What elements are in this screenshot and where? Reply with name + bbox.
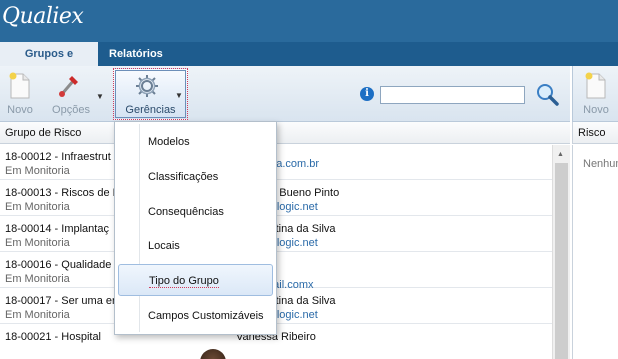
row-status: Em Monitoria xyxy=(5,237,70,249)
gerencias-label: Gerências xyxy=(125,104,176,116)
row-status: Em Monitoria xyxy=(5,273,70,285)
menu-item-label: Modelos xyxy=(148,136,190,148)
gerencias-button[interactable]: Gerências ▼ xyxy=(113,68,188,120)
app-logo[interactable]: Qualiex xyxy=(2,4,84,29)
scrollbar-thumb[interactable] xyxy=(555,163,568,359)
menu-item-label: Campos Customizáveis xyxy=(148,310,264,322)
menu-item-label: Tipo do Grupo xyxy=(149,275,219,288)
risco-novo-label: Novo xyxy=(583,104,609,116)
opcoes-label: Opções xyxy=(52,104,90,116)
row-title: 18-00013 - Riscos de N xyxy=(5,187,121,199)
scroll-up-icon[interactable]: ▲ xyxy=(557,151,564,158)
right-panel-body: Nenhum xyxy=(572,145,618,359)
new-document-icon xyxy=(585,72,606,99)
tab-bar: Grupos e Riscos Relatórios xyxy=(0,42,618,84)
tab-grupos-e-riscos[interactable]: Grupos e Riscos xyxy=(0,42,98,84)
gerencias-dropdown-menu: Modelos Classificações Consequências Loc… xyxy=(114,121,277,335)
menu-item-label: Classificações xyxy=(148,171,219,183)
row-title: 18-00016 - Qualidade xyxy=(5,259,112,271)
row-title: 18-00014 - Implantaç xyxy=(5,223,109,235)
row-title: 18-00017 - Ser uma er xyxy=(5,295,116,307)
opcoes-button[interactable]: Opções ▼ xyxy=(50,70,104,118)
empty-message: Nenhum xyxy=(583,158,618,170)
info-icon[interactable]: i xyxy=(360,87,374,101)
menu-item-tipo-do-grupo[interactable]: Tipo do Grupo xyxy=(118,264,273,296)
row-status: Em Monitoria xyxy=(5,201,70,213)
tab-relatorios[interactable]: Relatórios xyxy=(101,42,171,66)
menu-item-locais[interactable]: Locais xyxy=(118,230,273,262)
search-input[interactable] xyxy=(380,86,525,104)
row-status: Em Monitoria xyxy=(5,165,70,177)
list-scrollbar[interactable]: ▲ xyxy=(552,145,570,359)
right-panel-toolbar: Novo xyxy=(572,66,618,122)
menu-item-label: Locais xyxy=(148,240,180,252)
menu-item-consequencias[interactable]: Consequências xyxy=(118,196,273,228)
row-title: 18-00021 - Hospital xyxy=(5,331,102,343)
gear-icon xyxy=(136,75,158,97)
menu-item-label: Consequências xyxy=(148,206,224,218)
novo-button[interactable]: Novo xyxy=(4,70,36,118)
column-header-risco[interactable]: Risco xyxy=(572,122,618,144)
search-icon[interactable] xyxy=(535,82,559,106)
chevron-down-icon: ▼ xyxy=(175,91,183,100)
tools-icon xyxy=(59,76,78,97)
new-document-icon xyxy=(9,72,30,99)
menu-item-campos-customizaveis[interactable]: Campos Customizáveis xyxy=(118,300,273,332)
row-title: 18-00012 - Infraestrut xyxy=(5,151,111,163)
row-status: Em Monitoria xyxy=(5,309,70,321)
menu-item-modelos[interactable]: Modelos xyxy=(118,126,273,158)
risco-novo-button[interactable]: Novo xyxy=(581,70,611,118)
chevron-down-icon: ▼ xyxy=(96,92,104,101)
column-header-grupo-de-risco[interactable]: Grupo de Risco xyxy=(0,122,570,144)
novo-label: Novo xyxy=(7,104,33,116)
menu-item-classificacoes[interactable]: Classificações xyxy=(118,161,273,193)
app-header: Qualiex xyxy=(0,0,618,42)
